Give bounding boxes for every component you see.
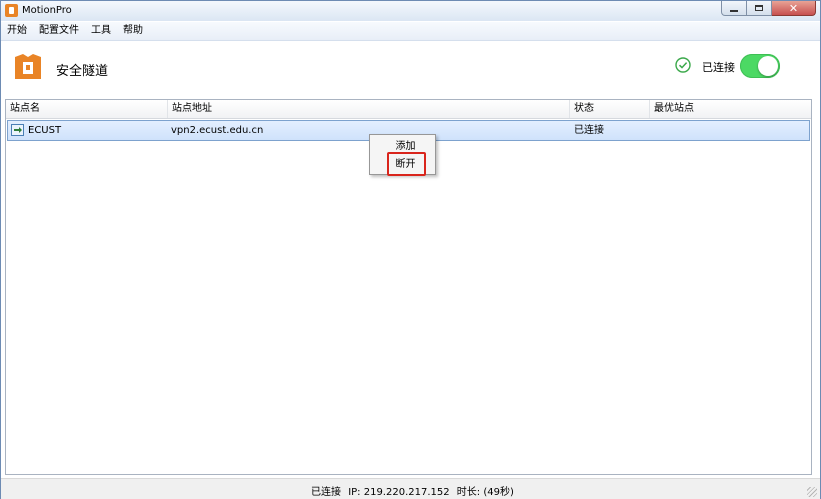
resize-grip-icon[interactable] xyxy=(807,487,817,497)
site-address-cell: vpn2.ecust.edu.cn xyxy=(171,125,264,136)
menu-start[interactable]: 开始 xyxy=(1,22,33,40)
site-name-cell: ECUST xyxy=(28,125,62,136)
column-header-site-address[interactable]: 站点地址 xyxy=(168,100,570,118)
menu-profile[interactable]: 配置文件 xyxy=(33,22,85,40)
window-controls: ✕ xyxy=(721,1,816,17)
check-circle-icon xyxy=(675,57,691,73)
menu-tools[interactable]: 工具 xyxy=(85,22,117,40)
menu-help[interactable]: 帮助 xyxy=(117,22,149,40)
minimize-icon xyxy=(730,9,738,12)
maximize-button[interactable] xyxy=(747,1,772,16)
context-menu-disconnect[interactable]: 断开 xyxy=(370,157,435,173)
status-ip: IP: 219.220.217.152 xyxy=(348,487,450,498)
close-icon: ✕ xyxy=(788,1,799,15)
table-header: 站点名 站点地址 状态 最优站点 xyxy=(6,100,811,119)
title-bar[interactable]: MotionPro ✕ xyxy=(1,1,820,21)
window-title: MotionPro xyxy=(22,5,72,16)
column-header-site-name[interactable]: 站点名 xyxy=(6,100,168,118)
column-header-status[interactable]: 状态 xyxy=(570,100,650,118)
status-bar: 已连接 IP: 219.220.217.152 时长: (49秒) xyxy=(1,478,820,499)
status-duration: 时长: (49秒) xyxy=(456,487,514,498)
connection-toggle[interactable] xyxy=(740,54,780,78)
minimize-button[interactable] xyxy=(721,1,747,16)
app-logo-icon xyxy=(5,4,18,17)
connection-status-label: 已连接 xyxy=(702,61,735,74)
context-menu-add[interactable]: 添加 xyxy=(370,139,435,155)
page-title: 安全隧道 xyxy=(56,64,109,79)
column-header-best-site[interactable]: 最优站点 xyxy=(650,100,811,118)
app-window: MotionPro ✕ 开始 配置文件 工具 帮助 安全隧道 已连接 站点名 站… xyxy=(0,0,821,499)
header-panel: 安全隧道 已连接 xyxy=(1,41,820,97)
app-logo-icon xyxy=(15,54,41,79)
maximize-icon xyxy=(755,5,763,11)
context-menu: 添加 断开 xyxy=(369,134,436,175)
toggle-knob xyxy=(758,56,778,76)
site-connect-icon xyxy=(11,124,24,136)
close-button[interactable]: ✕ xyxy=(772,1,816,16)
status-text: 已连接 IP: 219.220.217.152 时长: (49秒) xyxy=(311,483,518,498)
menu-bar: 开始 配置文件 工具 帮助 xyxy=(1,22,820,41)
status-state: 已连接 xyxy=(311,487,341,498)
site-status-cell: 已连接 xyxy=(574,125,604,136)
